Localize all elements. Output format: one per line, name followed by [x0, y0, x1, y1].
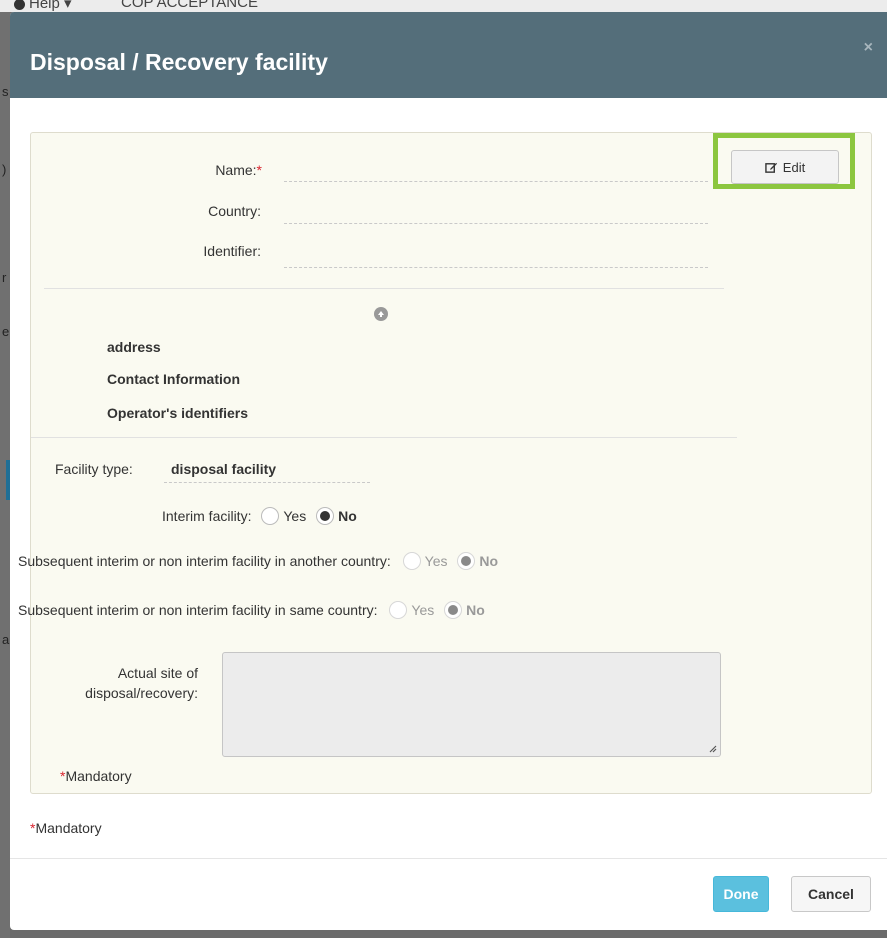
collapse-up-icon[interactable]	[374, 307, 388, 321]
interim-no-radio[interactable]	[316, 507, 335, 526]
modal-title: Disposal / Recovery facility	[30, 49, 328, 75]
other-country-yes-radio[interactable]	[402, 552, 421, 571]
divider	[31, 437, 737, 438]
interim-facility-group: Interim facility: Yes No	[162, 507, 363, 526]
edit-button[interactable]: Edit	[731, 150, 839, 184]
same-country-no-label: No	[466, 602, 485, 619]
resize-grip-icon[interactable]	[708, 744, 717, 753]
cancel-button[interactable]: Cancel	[791, 876, 871, 912]
edit-icon	[765, 162, 777, 173]
close-icon[interactable]: ×	[864, 39, 873, 57]
actual-site-label: Actual site of disposal/recovery:	[85, 665, 198, 701]
modal-mandatory-note: *Mandatory	[30, 820, 102, 836]
help-menu[interactable]: Help ▾	[14, 0, 72, 12]
facility-type-value: disposal facility	[164, 461, 370, 483]
interim-facility-label: Interim facility:	[162, 508, 252, 525]
other-country-no-label: No	[479, 553, 499, 570]
identifier-label: Identifier:	[203, 243, 261, 259]
help-icon	[14, 0, 25, 10]
modal-header: Disposal / Recovery facility ×	[10, 12, 887, 98]
background-topbar: Help ▾ COP ACCEPTANCE	[0, 0, 887, 12]
same-country-yes-radio[interactable]	[389, 601, 408, 620]
subsequent-same-country-label: Subsequent interim or non interim facili…	[18, 602, 378, 619]
country-label: Country:	[208, 203, 261, 219]
facility-modal: Disposal / Recovery facility × Name:* Co…	[10, 12, 887, 930]
other-country-yes-label: Yes	[424, 553, 448, 570]
identifier-field	[284, 247, 708, 268]
name-label: Name:*	[215, 162, 262, 178]
background-menu-item[interactable]: COP ACCEPTANCE	[121, 0, 258, 11]
footer-divider	[10, 858, 887, 859]
panel-mandatory-note: *Mandatory	[60, 768, 132, 784]
section-operator-identifiers[interactable]: Operator's identifiers	[107, 405, 248, 421]
background-page-edge: s ) r e a	[0, 12, 10, 938]
actual-site-textarea[interactable]	[222, 652, 721, 757]
facility-panel: Name:* Country: Identifier: Edit address…	[18, 132, 872, 794]
same-country-yes-label: Yes	[411, 602, 435, 619]
country-field	[284, 203, 708, 224]
interim-no-label: No	[338, 508, 357, 525]
subsequent-other-country-group: Subsequent interim or non interim facili…	[18, 552, 504, 571]
section-address[interactable]: address	[107, 339, 161, 355]
facility-type-label: Facility type:	[55, 461, 133, 477]
name-field	[284, 161, 708, 182]
section-contact-information[interactable]: Contact Information	[107, 371, 240, 387]
required-mark: *	[256, 162, 262, 178]
subsequent-same-country-group: Subsequent interim or non interim facili…	[18, 601, 491, 620]
divider	[44, 288, 724, 289]
done-button[interactable]: Done	[713, 876, 769, 912]
interim-yes-radio[interactable]	[261, 507, 280, 526]
same-country-no-radio[interactable]	[444, 601, 463, 620]
subsequent-other-country-label: Subsequent interim or non interim facili…	[18, 553, 391, 570]
interim-yes-label: Yes	[283, 508, 307, 525]
other-country-no-radio[interactable]	[457, 552, 476, 571]
